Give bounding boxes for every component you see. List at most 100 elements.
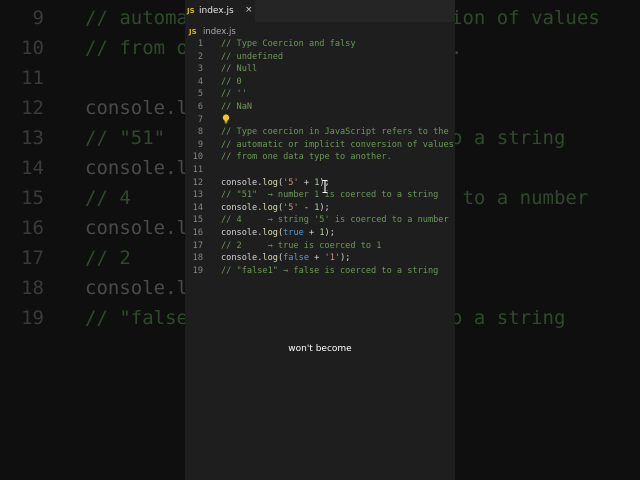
code-text: // Null [221, 63, 257, 76]
line-number: 15 [192, 215, 203, 226]
background-line-number: 18 [21, 277, 44, 299]
breadcrumb[interactable]: JS index.js [187, 25, 236, 39]
code-line[interactable]: 4 // 0 [185, 76, 455, 89]
code-text: console.log('5' + 1); [221, 177, 330, 190]
line-number: 19 [192, 265, 203, 276]
code-token: console [221, 202, 258, 213]
line-number: 17 [192, 240, 203, 251]
code-line[interactable]: 14 console.log('5' - 1); [185, 202, 455, 215]
code-token: // '' [221, 89, 247, 100]
code-line[interactable]: 10 // from one data type to another. [185, 151, 455, 164]
code-text: // Type Coercion and falsy [221, 38, 356, 51]
code-line[interactable]: 11 [185, 164, 455, 177]
code-token: - [298, 202, 315, 213]
code-token: ); [340, 253, 351, 264]
code-line[interactable]: 19 // "false1" → false is coerced to a st… [185, 265, 455, 278]
code-text: // from one data type to another. [221, 151, 392, 164]
code-text: // "false1" → false is coerced to a stri… [221, 265, 438, 278]
code-token: + [298, 177, 315, 188]
caption-subtitle: won't become [288, 344, 352, 354]
code-token: log [262, 228, 278, 238]
line-number: 5 [197, 89, 203, 100]
background-line-number: 13 [21, 127, 44, 149]
line-number: 18 [192, 253, 203, 264]
background-line-number: 9 [32, 7, 44, 29]
code-token: console [221, 228, 258, 238]
code-line[interactable]: 5 // '' [185, 88, 455, 101]
tab-label: index.js [199, 6, 234, 16]
code-token: '5' [283, 202, 299, 213]
line-number: 8 [197, 127, 203, 138]
code-token: // Null [221, 64, 258, 75]
code-line[interactable]: 3 // Null [185, 63, 455, 76]
tab-index-js[interactable]: JS index.js × [185, 0, 255, 22]
code-text: // 2 → true is coerced to 1 [221, 240, 381, 253]
code-token: // 2 → true is coerced to 1 [221, 240, 382, 251]
js-file-icon: JS [189, 28, 197, 36]
background-line-number: 14 [21, 157, 44, 179]
editor-panel: JS index.js × JS index.js 1 // Type Coerc… [185, 0, 455, 480]
code-line[interactable]: 6 // NaN [185, 101, 455, 114]
code-text: // "51" → number 1 is coerced to a strin… [221, 189, 438, 202]
code-text: console.log(true + 1); [221, 227, 335, 240]
code-token: // Type Coercion and falsy [221, 39, 356, 49]
code-line[interactable]: 8 // Type coercion in JavaScript refers t… [185, 126, 455, 139]
breadcrumb-label: index.js [203, 27, 236, 37]
code-token: console [221, 177, 258, 188]
close-icon[interactable]: × [245, 5, 253, 15]
code-token: true [283, 228, 304, 238]
code-text: console.log(false + '1'); [221, 252, 350, 265]
code-text: // 0 [221, 76, 242, 89]
background-line-number: 17 [21, 247, 44, 269]
code-token: // Type coercion in JavaScript refers to… [221, 127, 449, 138]
line-number: 3 [197, 64, 203, 75]
line-number: 10 [192, 152, 203, 163]
code-token: '1' [324, 253, 341, 264]
code-token: // NaN [221, 102, 253, 112]
line-number: 11 [192, 165, 203, 175]
code-token: // automatic or implicit conversion of v… [221, 139, 454, 150]
code-text: // undefined [221, 51, 283, 64]
code-line[interactable]: 13 // "51" → number 1 is coerced to a str… [185, 189, 455, 202]
code-line[interactable]: 1 // Type Coercion and falsy [185, 38, 455, 51]
line-number: 1 [197, 39, 203, 49]
code-line[interactable]: 12 console.log('5' + 1); [185, 177, 455, 190]
code-text: // 4 → string '5' is coerced to a number [221, 214, 449, 227]
background-line-number: 10 [21, 37, 44, 59]
code-token: ); [319, 202, 330, 213]
code-token: log [262, 253, 278, 264]
js-file-icon: JS [187, 7, 195, 15]
code-token: // 4 → string '5' is coerced to a number [221, 215, 449, 226]
background-line-number: 16 [21, 217, 44, 239]
code-token: + [309, 253, 325, 264]
code-text: // automatic or implicit conversion of v… [221, 139, 454, 152]
background-line-number: 19 [21, 307, 44, 329]
line-number: 9 [197, 139, 203, 150]
code-line[interactable]: 18 console.log(false + '1'); [185, 252, 455, 265]
tab-bar: JS index.js × [185, 0, 455, 22]
line-number: 2 [197, 51, 203, 62]
line-number: 7 [197, 114, 203, 125]
code-token: // from one data type to another. [221, 152, 392, 163]
code-token: ); [324, 228, 335, 238]
code-token: '5' [283, 177, 299, 188]
text-cursor-icon [322, 180, 328, 193]
line-number: 13 [192, 190, 203, 201]
code-line[interactable]: 16 console.log(true + 1); [185, 227, 455, 240]
code-line[interactable]: 17 // 2 → true is coerced to 1 [185, 240, 455, 253]
code-text: // '' [221, 88, 247, 101]
code-token: // 0 [221, 76, 242, 87]
code-token: // undefined [221, 51, 284, 62]
code-token: + [303, 228, 320, 238]
line-number: 16 [192, 228, 203, 238]
code-text: // Type coercion in JavaScript refers to… [221, 126, 449, 139]
code-text: // NaN [221, 101, 252, 114]
line-number: 12 [192, 177, 203, 188]
code-token: console [221, 253, 258, 264]
code-token: // "51" → number 1 is coerced to a strin… [221, 190, 439, 201]
code-line[interactable]: 15 // 4 → string '5' is coerced to a numb… [185, 214, 455, 227]
code-line[interactable]: 2 // undefined [185, 51, 455, 64]
lightbulb-icon[interactable] [222, 114, 230, 124]
code-line[interactable]: 9 // automatic or implicit conversion of … [185, 139, 455, 152]
line-number: 6 [197, 102, 203, 112]
